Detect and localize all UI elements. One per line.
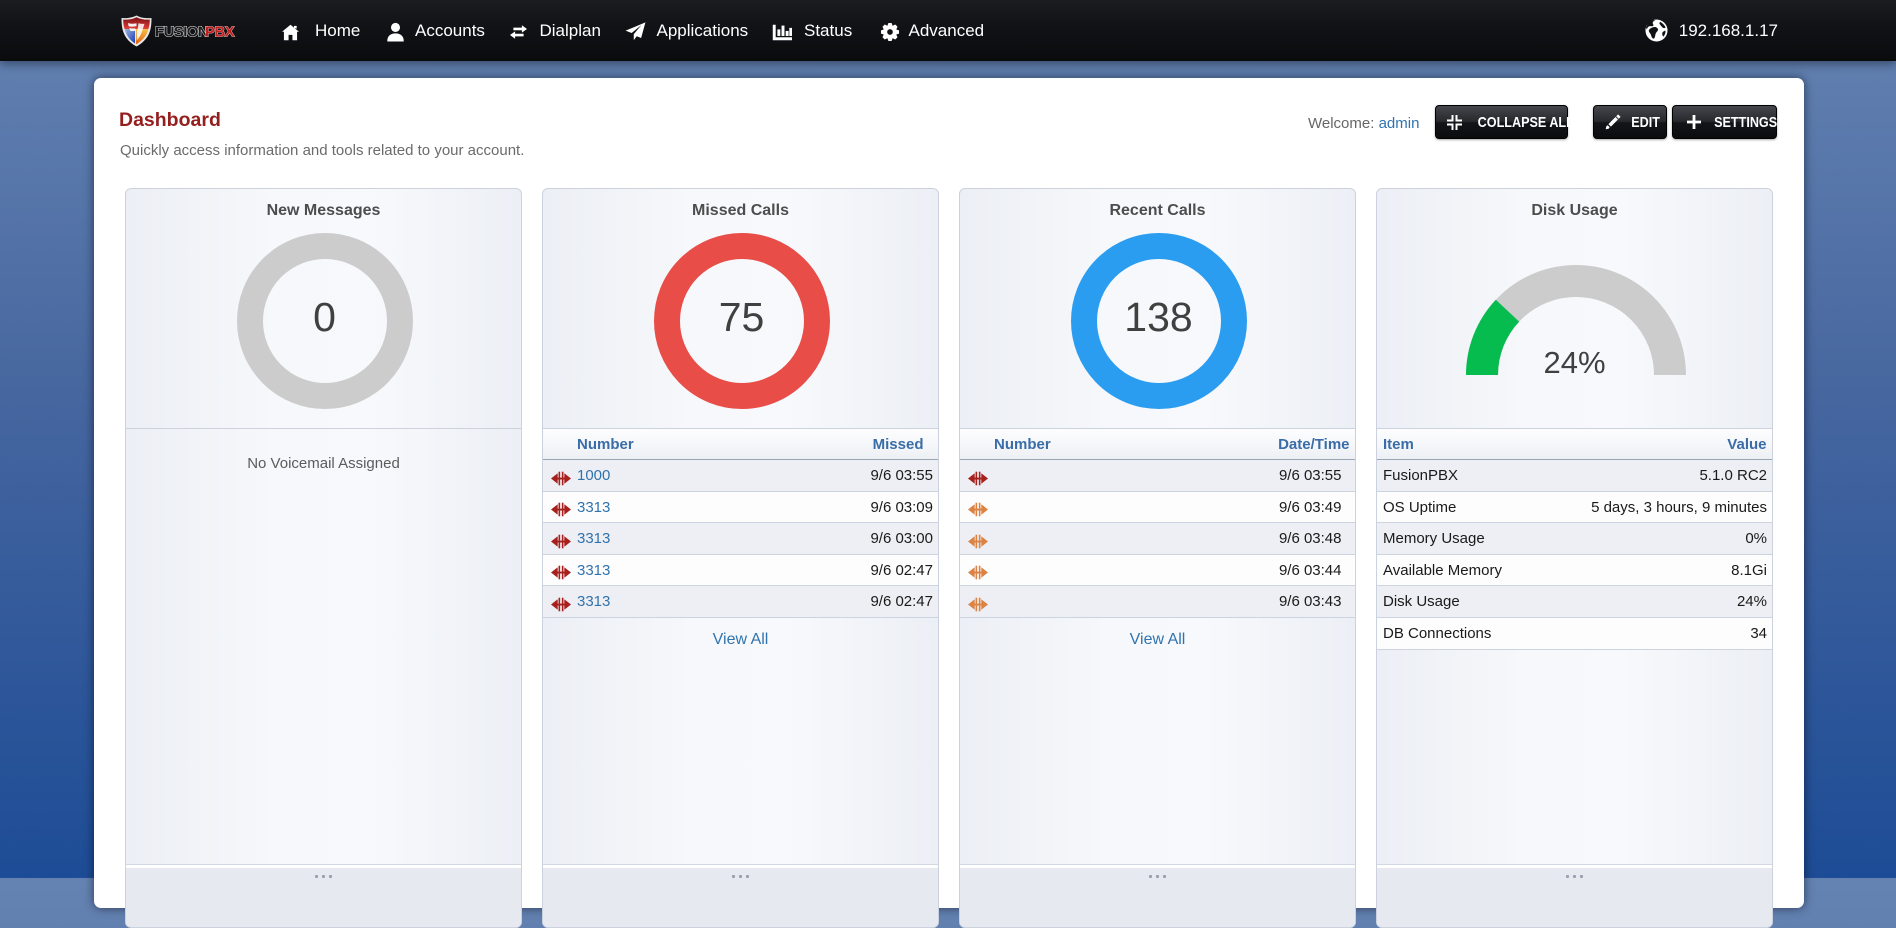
svg-text:FUSION: FUSION — [155, 23, 208, 40]
svg-text:PBX: PBX — [205, 23, 235, 40]
